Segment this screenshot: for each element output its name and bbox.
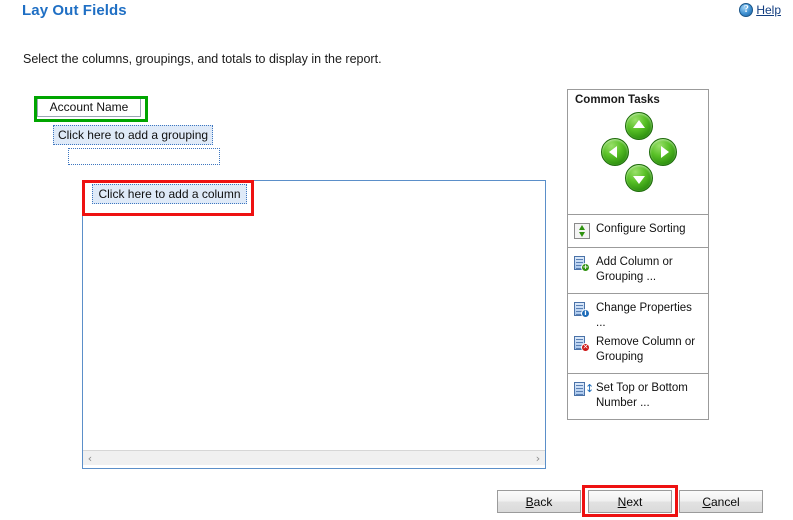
common-tasks-panel: Common Tasks Configure Sorting + Add Col…	[567, 89, 709, 420]
properties-icon: i	[574, 302, 590, 318]
move-left-arrow-icon[interactable]	[601, 138, 629, 166]
add-grouping-placeholder[interactable]: Click here to add a grouping	[53, 125, 213, 145]
cancel-button[interactable]: Cancel	[679, 490, 763, 513]
back-accel: B	[525, 494, 534, 509]
scroll-right-icon[interactable]: ›	[531, 452, 545, 465]
help-label: Help	[756, 3, 781, 17]
instruction-text: Select the columns, groupings, and total…	[23, 52, 382, 66]
task-group-sorting: Configure Sorting	[567, 215, 709, 248]
add-column-icon: +	[574, 256, 590, 272]
task-group-modify: i Change Properties ... ✕ Remove Column …	[567, 294, 709, 374]
back-button[interactable]: Back	[497, 490, 581, 513]
task-label: Set Top or Bottom Number ...	[596, 382, 688, 409]
common-tasks-nav-box: Common Tasks	[567, 89, 709, 215]
task-group-top-bottom: ↕ Set Top or Bottom Number ...	[567, 374, 709, 420]
add-column-placeholder[interactable]: Click here to add a column	[92, 184, 247, 204]
top-bottom-icon: ↕	[574, 382, 594, 398]
task-add-column-or-grouping[interactable]: + Add Column or Grouping ...	[574, 253, 702, 287]
move-arrow-pad	[568, 112, 708, 212]
task-group-add: + Add Column or Grouping ...	[567, 248, 709, 294]
task-configure-sorting[interactable]: Configure Sorting	[574, 220, 702, 241]
canvas-horizontal-scrollbar[interactable]: ‹ ›	[83, 450, 545, 465]
move-down-arrow-icon[interactable]	[625, 164, 653, 192]
question-circle-icon: ?	[739, 3, 754, 17]
task-label: Add Column or Grouping ...	[596, 256, 673, 283]
task-remove-column-or-grouping[interactable]: ✕ Remove Column or Grouping	[574, 333, 702, 367]
help-accel: H	[756, 3, 765, 17]
task-set-top-or-bottom-number[interactable]: ↕ Set Top or Bottom Number ...	[574, 379, 702, 413]
move-right-arrow-icon[interactable]	[649, 138, 677, 166]
cancel-accel: C	[702, 494, 711, 509]
next-button[interactable]: Next	[588, 490, 672, 513]
task-label: Remove Column or Grouping	[596, 336, 696, 363]
task-label: Configure Sorting	[596, 223, 686, 235]
empty-grouping-row[interactable]	[68, 148, 220, 165]
sort-icon	[574, 223, 590, 239]
next-accel: N	[617, 494, 627, 509]
move-up-arrow-icon[interactable]	[625, 112, 653, 140]
task-label: Change Properties ...	[596, 302, 692, 329]
help-link[interactable]: ? Help	[739, 3, 781, 17]
field-account-name[interactable]: Account Name	[37, 97, 141, 117]
task-change-properties[interactable]: i Change Properties ...	[574, 299, 702, 333]
remove-column-icon: ✕	[574, 336, 590, 352]
common-tasks-title: Common Tasks	[575, 94, 660, 106]
report-design-surface: Account Name Click here to add a groupin…	[0, 88, 560, 478]
scroll-left-icon[interactable]: ‹	[83, 452, 97, 465]
page-title: Lay Out Fields	[22, 2, 127, 19]
report-canvas[interactable]	[82, 180, 546, 469]
wizard-button-bar: Back Next Cancel	[497, 490, 763, 513]
